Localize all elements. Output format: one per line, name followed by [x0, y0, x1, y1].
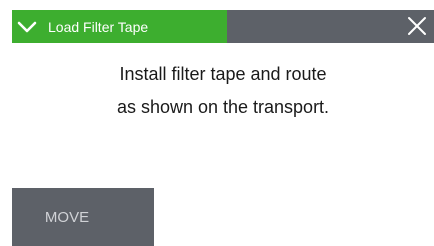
dialog-left-margin — [0, 0, 12, 246]
dialog-title-bar: Load Filter Tape — [12, 10, 434, 43]
close-icon[interactable] — [404, 13, 430, 39]
move-button[interactable]: MOVE — [12, 188, 154, 246]
chevron-down-icon[interactable] — [15, 15, 39, 39]
instruction-line: Install filter tape and route — [119, 64, 327, 84]
instruction-message: Install filter tape and route as shown o… — [12, 58, 434, 124]
load-filter-tape-dialog: Load Filter Tape Install filter tape and… — [0, 0, 434, 246]
dialog-title-tab[interactable]: Load Filter Tape — [12, 10, 227, 43]
instruction-line: as shown on the transport. — [116, 97, 330, 117]
dialog-title: Load Filter Tape — [48, 18, 149, 35]
